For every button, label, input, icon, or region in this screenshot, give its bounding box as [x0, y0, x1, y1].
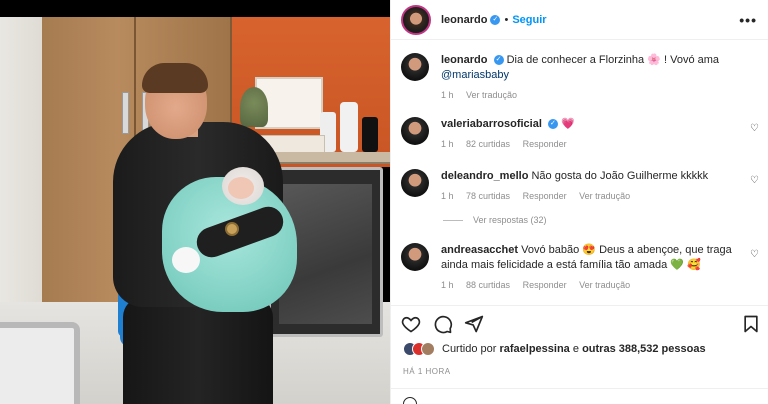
likes-summary[interactable]: Curtido por rafaelpessina e outras 388,5…	[403, 342, 706, 356]
comment-time: 1 h	[441, 280, 454, 290]
comment-like-icon[interactable]: ♡	[750, 175, 759, 186]
comment-time: 1 h	[441, 191, 454, 201]
caption-avatar[interactable]	[401, 53, 429, 81]
replies-line	[443, 219, 463, 221]
caption-text-2: ! Vovó ama	[663, 54, 720, 66]
photo-person	[123, 297, 273, 404]
likes-prefix: Curtido por	[442, 343, 497, 355]
kiss-emoji: 🥰	[687, 259, 701, 271]
author-username[interactable]: leonardo	[441, 14, 487, 26]
green-heart-emoji: 💚	[670, 259, 685, 271]
commenter-avatar[interactable]	[401, 169, 429, 197]
add-comment-bar	[391, 388, 768, 404]
follow-button[interactable]: Seguir	[512, 14, 546, 26]
comment-text: Não gosta do João Guilherme kkkkk	[531, 170, 709, 182]
emoji-icon[interactable]	[403, 397, 417, 404]
caption-text: Dia de conhecer a Florzinha	[506, 54, 645, 66]
comment-item: andreasacchet Vovó babão 😍 Deus a abenço…	[401, 243, 761, 293]
bookmark-icon[interactable]	[741, 314, 761, 334]
author-avatar[interactable]	[401, 4, 431, 35]
verified-icon: ✓	[547, 119, 558, 130]
photo-crib	[0, 322, 80, 404]
post-header: leonardo ✓ • Seguir •••	[391, 0, 768, 40]
photo-plant	[240, 87, 268, 127]
more-options-icon[interactable]: •••	[739, 12, 757, 28]
flower-emoji: 🌸	[647, 54, 661, 66]
comment-like-icon[interactable]: ♡	[750, 249, 759, 260]
reply-button[interactable]: Responder	[523, 191, 567, 201]
comment-item: deleandro_mello Não gosta do João Guilhe…	[401, 169, 761, 204]
comment-likes[interactable]: 82 curtidas	[466, 139, 510, 149]
view-replies-button[interactable]: Ver respostas (32)	[443, 215, 547, 225]
commenter-avatar[interactable]	[401, 243, 429, 271]
post-photo[interactable]	[0, 0, 390, 404]
likes-user-link[interactable]: rafaelpessina	[499, 343, 569, 355]
reply-button[interactable]: Responder	[523, 280, 567, 290]
caption-time: 1 h	[441, 90, 454, 100]
post-side-panel: leonardo ✓ • Seguir ••• leonardo ✓ Dia d…	[390, 0, 768, 404]
comment-item: valeriabarrosoficial ✓ 💗 1 h 82 curtidas…	[401, 117, 761, 152]
comment-like-icon[interactable]: ♡	[750, 123, 759, 134]
heart-icon[interactable]	[401, 314, 421, 334]
liker-avatars	[403, 342, 435, 356]
action-bar	[391, 305, 768, 339]
photo-scene	[0, 17, 390, 404]
commenter-avatar[interactable]	[401, 117, 429, 145]
comment-username[interactable]: andreasacchet	[441, 244, 518, 256]
post-timestamp: HÁ 1 HORA	[403, 367, 451, 376]
heart-emoji: 💗	[561, 118, 575, 130]
comment-text: Vovó babão	[521, 244, 580, 256]
translate-link[interactable]: Ver tradução	[579, 280, 630, 290]
reply-button[interactable]: Responder	[523, 139, 567, 149]
comments-list[interactable]: leonardo ✓ Dia de conhecer a Florzinha 🌸…	[391, 41, 768, 301]
separator-dot: •	[504, 13, 509, 26]
share-icon[interactable]	[464, 314, 484, 334]
likes-others-link[interactable]: outras 388,532 pessoas	[582, 343, 706, 355]
caption-mention-link[interactable]: @mariasbaby	[441, 69, 509, 81]
likes-connector: e	[572, 343, 579, 355]
translate-link[interactable]: Ver tradução	[579, 191, 630, 201]
verified-icon: ✓	[493, 55, 504, 66]
comment-username[interactable]: valeriabarrosoficial	[441, 118, 542, 130]
verified-icon: ✓	[490, 14, 501, 25]
comment-likes[interactable]: 78 curtidas	[466, 191, 510, 201]
view-replies-label: Ver respostas (32)	[473, 215, 547, 225]
comment-likes[interactable]: 88 curtidas	[466, 280, 510, 290]
photo-bottles	[320, 102, 380, 152]
caption: leonardo ✓ Dia de conhecer a Florzinha 🌸…	[401, 53, 761, 103]
smile-emoji: 😍	[582, 244, 596, 256]
caption-username[interactable]: leonardo	[441, 54, 487, 66]
comment-username[interactable]: deleandro_mello	[441, 170, 528, 182]
caption-translate-link[interactable]: Ver tradução	[466, 90, 517, 100]
comment-time: 1 h	[441, 139, 454, 149]
comment-icon[interactable]	[433, 314, 453, 334]
